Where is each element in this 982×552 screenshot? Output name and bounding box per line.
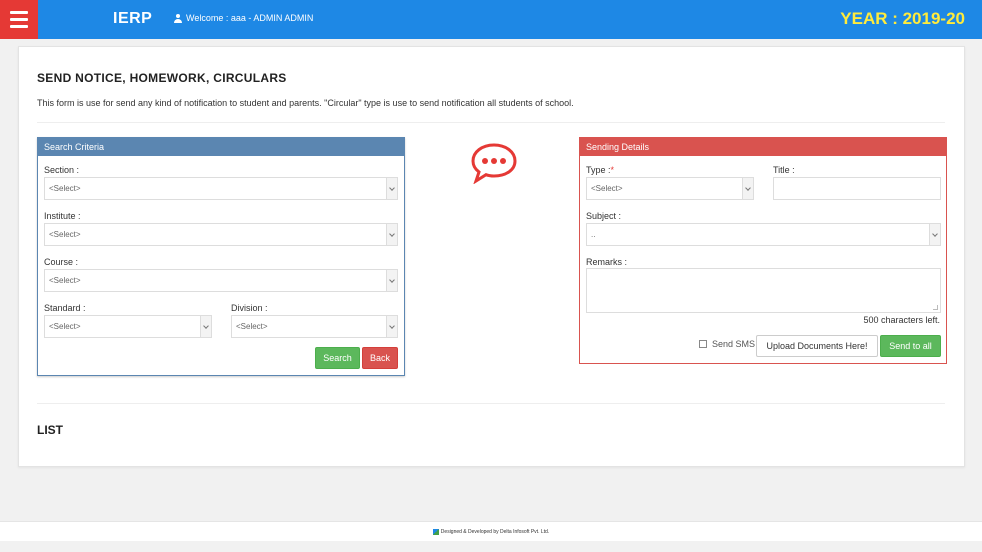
- division-select[interactable]: <Select>: [231, 315, 398, 338]
- subject-select-value: ..: [591, 230, 596, 239]
- characters-left: 500 characters left.: [863, 315, 940, 325]
- chat-bubble-icon: [471, 143, 517, 184]
- remarks-label: Remarks :: [586, 257, 628, 267]
- hamburger-menu-icon[interactable]: [0, 0, 38, 39]
- chevron-down-icon: [386, 224, 397, 245]
- welcome-user: Welcome : aaa - ADMIN ADMIN: [174, 13, 313, 23]
- standard-label: Standard :: [44, 303, 86, 313]
- institute-label: Institute :: [44, 211, 81, 221]
- search-criteria-panel: Search Criteria Section : <Select> Insti…: [37, 137, 405, 376]
- standard-select-value: <Select>: [49, 322, 81, 331]
- panel-heading: Search Criteria: [38, 137, 404, 156]
- type-select-value: <Select>: [591, 184, 623, 193]
- subject-select[interactable]: ..: [586, 223, 941, 246]
- title-label: Title :: [773, 165, 795, 175]
- main-card: SEND NOTICE, HOMEWORK, CIRCULARS This fo…: [18, 46, 965, 467]
- page-title: SEND NOTICE, HOMEWORK, CIRCULARS: [37, 71, 287, 85]
- send-sms-label: Send SMS: [712, 339, 756, 349]
- sending-details-panel: Sending Details Type :* <Select> Title :…: [579, 137, 947, 364]
- send-to-all-button[interactable]: Send to all: [880, 335, 941, 357]
- course-select[interactable]: <Select>: [44, 269, 398, 292]
- remarks-textarea[interactable]: [586, 268, 941, 313]
- panel-heading: Sending Details: [580, 137, 946, 156]
- search-button[interactable]: Search: [315, 347, 360, 369]
- chevron-down-icon: [386, 316, 397, 337]
- send-sms-checkbox[interactable]: [699, 340, 707, 348]
- academic-year: YEAR : 2019-20: [840, 9, 965, 28]
- type-select[interactable]: <Select>: [586, 177, 754, 200]
- division-label: Division :: [231, 303, 268, 313]
- footer-credit: Designed & Developed by Delta Infosoft P…: [440, 528, 550, 535]
- upload-documents-button[interactable]: Upload Documents Here!: [756, 335, 878, 357]
- title-input[interactable]: [773, 177, 941, 200]
- chevron-down-icon: [386, 270, 397, 291]
- back-button[interactable]: Back: [362, 347, 398, 369]
- chevron-down-icon: [200, 316, 211, 337]
- subject-label: Subject :: [586, 211, 622, 221]
- section-select[interactable]: <Select>: [44, 177, 398, 200]
- standard-select[interactable]: <Select>: [44, 315, 212, 338]
- institute-select-value: <Select>: [49, 230, 81, 239]
- type-label: Type :*: [586, 165, 614, 175]
- course-label: Course :: [44, 257, 79, 267]
- welcome-text: Welcome : aaa - ADMIN ADMIN: [186, 13, 314, 23]
- list-title: LIST: [37, 423, 63, 437]
- section-label: Section :: [44, 165, 80, 175]
- app-brand[interactable]: IERP: [113, 10, 152, 28]
- divider: [37, 122, 945, 123]
- page-description: This form is use for send any kind of no…: [37, 98, 574, 108]
- footer: Designed & Developed by Delta Infosoft P…: [0, 521, 982, 541]
- company-logo-icon: [432, 528, 439, 535]
- course-select-value: <Select>: [49, 276, 81, 285]
- section-select-value: <Select>: [49, 184, 81, 193]
- chevron-down-icon: [386, 178, 397, 199]
- user-icon: [174, 13, 182, 23]
- resize-handle-icon[interactable]: [933, 305, 938, 310]
- type-label-text: Type :: [586, 165, 611, 175]
- division-select-value: <Select>: [236, 322, 268, 331]
- divider: [37, 403, 945, 404]
- chevron-down-icon: [929, 224, 940, 245]
- required-marker: *: [610, 165, 615, 175]
- top-navbar: IERP Welcome : aaa - ADMIN ADMIN YEAR : …: [0, 0, 982, 39]
- chevron-down-icon: [742, 178, 753, 199]
- institute-select[interactable]: <Select>: [44, 223, 398, 246]
